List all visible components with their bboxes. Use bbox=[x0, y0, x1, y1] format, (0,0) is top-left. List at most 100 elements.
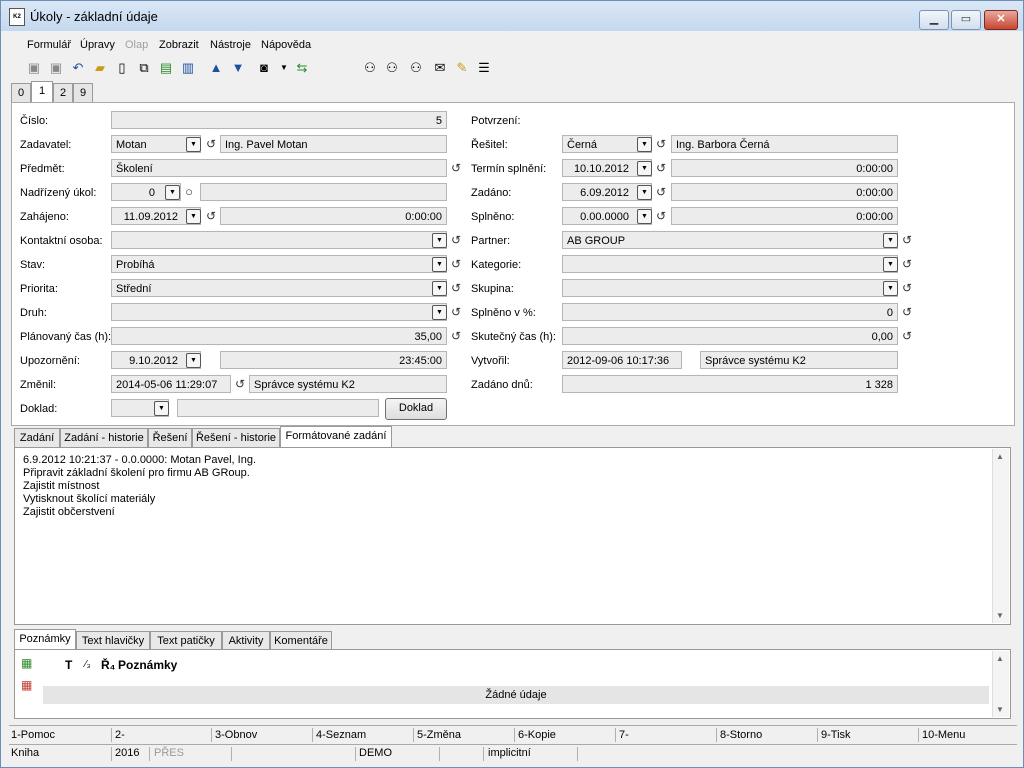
history-icon[interactable]: ↺ bbox=[205, 209, 217, 223]
nadrizeny-dropdown-icon[interactable]: ▼ bbox=[165, 185, 180, 200]
menu-formular[interactable]: Formulář bbox=[27, 39, 71, 51]
chevron-down-icon[interactable]: ▼ bbox=[275, 59, 293, 77]
partner-select[interactable]: AB GROUP bbox=[562, 231, 898, 249]
new-document-icon[interactable]: ▯ bbox=[113, 59, 131, 77]
tab-9[interactable]: 9 bbox=[73, 83, 93, 102]
fkey-9[interactable]: 9-Tisk bbox=[821, 729, 851, 741]
fkey-4[interactable]: 4-Seznam bbox=[316, 729, 366, 741]
tab-0[interactable]: 0 bbox=[11, 83, 31, 102]
history-icon[interactable]: ↺ bbox=[234, 377, 246, 391]
menu-zobrazit[interactable]: Zobrazit bbox=[159, 39, 199, 51]
history-icon[interactable]: ↺ bbox=[901, 233, 913, 247]
col-notes-header[interactable]: Poznámky bbox=[118, 658, 177, 672]
druh-dropdown-icon[interactable]: ▼ bbox=[432, 305, 447, 320]
skupina-select[interactable] bbox=[562, 279, 898, 297]
col-type-header[interactable]: T bbox=[65, 658, 72, 672]
arrow-down-icon[interactable]: ▼ bbox=[229, 59, 247, 77]
skutecny-field[interactable]: 0,00 bbox=[562, 327, 898, 345]
planovany-field[interactable]: 35,00 bbox=[111, 327, 447, 345]
fkey-6[interactable]: 6-Kopie bbox=[518, 729, 556, 741]
priorita-select[interactable]: Střední bbox=[111, 279, 447, 297]
menu-nastroje[interactable]: Nástroje bbox=[210, 39, 251, 51]
priorita-dropdown-icon[interactable]: ▼ bbox=[432, 281, 447, 296]
history-icon[interactable]: ↺ bbox=[655, 161, 667, 175]
formatted-task-text[interactable]: 6.9.2012 10:21:37 - 0.0.0000: Motan Pave… bbox=[14, 447, 1011, 625]
doklad-button[interactable]: Doklad bbox=[385, 398, 447, 420]
menu-lines-icon[interactable]: ☰ bbox=[475, 59, 493, 77]
history-icon[interactable]: ↺ bbox=[450, 305, 462, 319]
partner-dropdown-icon[interactable]: ▼ bbox=[883, 233, 898, 248]
stav-dropdown-icon[interactable]: ▼ bbox=[432, 257, 447, 272]
tab-2[interactable]: 2 bbox=[53, 83, 73, 102]
fkey-3[interactable]: 3-Obnov bbox=[215, 729, 257, 741]
history-icon[interactable]: ↺ bbox=[450, 281, 462, 295]
arrows-icon[interactable]: ⇆ bbox=[293, 59, 311, 77]
tab-reseni-historie[interactable]: Řešení - historie bbox=[192, 428, 280, 447]
history-icon[interactable]: ↺ bbox=[901, 329, 913, 343]
doklad-dropdown-icon[interactable]: ▼ bbox=[154, 401, 169, 416]
splneno-dropdown-icon[interactable]: ▼ bbox=[637, 209, 652, 224]
lock-icon[interactable]: ▤ bbox=[157, 59, 175, 77]
scroll-up-icon[interactable]: ▲ bbox=[996, 452, 1004, 461]
zahajeno-dropdown-icon[interactable]: ▼ bbox=[186, 209, 201, 224]
zahajeno-time[interactable]: 0:00:00 bbox=[220, 207, 447, 225]
history-icon[interactable]: ↺ bbox=[655, 185, 667, 199]
predmet-field[interactable]: Školení bbox=[111, 159, 447, 177]
tab-reseni[interactable]: Řešení bbox=[148, 428, 192, 447]
delete-note-icon[interactable]: ▦ bbox=[21, 678, 32, 692]
menu-napoveda[interactable]: Nápověda bbox=[261, 39, 311, 51]
tab-zadani-historie[interactable]: Zadání - historie bbox=[60, 428, 148, 447]
add-note-icon[interactable]: ▦ bbox=[21, 656, 32, 670]
binoculars-filter-icon[interactable]: ⚇ bbox=[383, 59, 401, 77]
history-icon[interactable]: ↺ bbox=[450, 233, 462, 247]
termin-dropdown-icon[interactable]: ▼ bbox=[637, 161, 652, 176]
save-close-icon[interactable]: ▣ bbox=[47, 59, 65, 77]
zadano-dropdown-icon[interactable]: ▼ bbox=[637, 185, 652, 200]
tab-zadani[interactable]: Zadání bbox=[14, 428, 60, 447]
tab-text-hlavicky[interactable]: Text hlavičky bbox=[76, 631, 150, 650]
splneno-pct-field[interactable]: 0 bbox=[562, 303, 898, 321]
history-icon[interactable]: ↺ bbox=[205, 137, 217, 151]
arrow-up-icon[interactable]: ▲ bbox=[207, 59, 225, 77]
zadavatel-dropdown-icon[interactable]: ▼ bbox=[186, 137, 201, 152]
scroll-down-icon[interactable]: ▼ bbox=[996, 705, 1004, 714]
edit-folder-icon[interactable]: ✎ bbox=[453, 59, 471, 77]
history-icon[interactable]: ↺ bbox=[901, 257, 913, 271]
tab-komentare[interactable]: Komentáře bbox=[270, 631, 332, 650]
kategorie-dropdown-icon[interactable]: ▼ bbox=[883, 257, 898, 272]
splneno-time[interactable]: 0:00:00 bbox=[671, 207, 898, 225]
copy-document-icon[interactable]: ⧉ bbox=[135, 59, 153, 77]
close-button[interactable]: ✕ bbox=[984, 10, 1018, 30]
fkey-1[interactable]: 1-Pomoc bbox=[11, 729, 55, 741]
scroll-up-icon[interactable]: ▲ bbox=[996, 654, 1004, 663]
cislo-field[interactable]: 5 bbox=[111, 111, 447, 129]
upozorneni-time[interactable]: 23:45:00 bbox=[220, 351, 447, 369]
col-row-header[interactable]: Ř₄ bbox=[101, 658, 115, 672]
fkey-10[interactable]: 10-Menu bbox=[922, 729, 965, 741]
history-icon[interactable]: ↺ bbox=[450, 257, 462, 271]
history-icon[interactable]: ↺ bbox=[901, 305, 913, 319]
druh-select[interactable] bbox=[111, 303, 447, 321]
camera-icon[interactable]: ◙ bbox=[255, 59, 273, 77]
upozorneni-dropdown-icon[interactable]: ▼ bbox=[186, 353, 201, 368]
menu-upravy[interactable]: Úpravy bbox=[80, 39, 115, 51]
kategorie-select[interactable] bbox=[562, 255, 898, 273]
col-number-header[interactable]: ⁄₃ bbox=[85, 659, 91, 670]
tab-text-paticky[interactable]: Text patičky bbox=[150, 631, 222, 650]
fkey-7[interactable]: 7- bbox=[619, 729, 629, 741]
menu-olap[interactable]: Olap bbox=[125, 39, 148, 51]
history-icon[interactable]: ↺ bbox=[450, 161, 462, 175]
history-icon[interactable]: ↺ bbox=[655, 137, 667, 151]
circle-icon[interactable]: ○ bbox=[183, 184, 195, 199]
kontakt-select[interactable] bbox=[111, 231, 447, 249]
maximize-button[interactable]: ▭ bbox=[951, 10, 981, 30]
stav-select[interactable]: Probíhá bbox=[111, 255, 447, 273]
tab-formatovane-zadani[interactable]: Formátované zadání bbox=[280, 426, 392, 448]
fkey-8[interactable]: 8-Storno bbox=[720, 729, 762, 741]
binoculars-icon[interactable]: ⚇ bbox=[361, 59, 379, 77]
skupina-dropdown-icon[interactable]: ▼ bbox=[883, 281, 898, 296]
tab-1[interactable]: 1 bbox=[31, 81, 53, 102]
memo-scrollbar[interactable]: ▲ ▼ bbox=[992, 449, 1009, 623]
scroll-down-icon[interactable]: ▼ bbox=[996, 611, 1004, 620]
save-icon[interactable]: ▣ bbox=[25, 59, 43, 77]
